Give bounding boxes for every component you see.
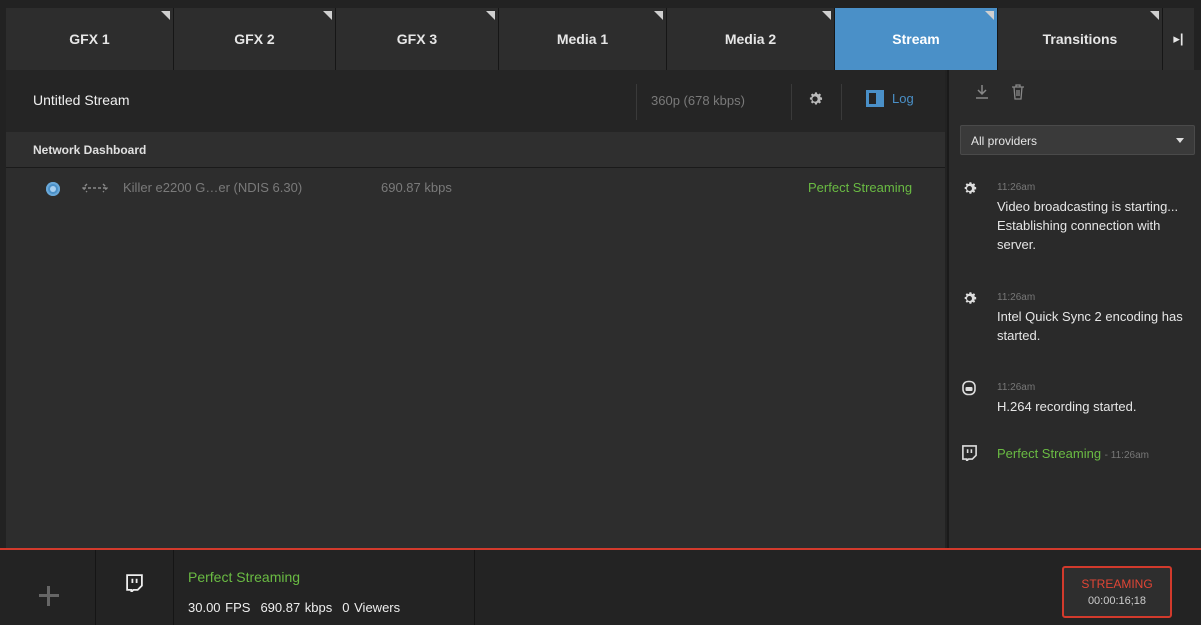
stream-title[interactable]: Untitled Stream	[33, 92, 129, 108]
fps-value: 30.00 FPS	[188, 600, 251, 615]
gear-icon	[961, 290, 978, 307]
skip-end-icon: ▸|	[1173, 31, 1184, 46]
tab-label: GFX 2	[234, 31, 275, 47]
stream-quality[interactable]: 360p (678 kbps)	[651, 93, 745, 108]
log-message: H.264 recording started.	[997, 399, 1137, 414]
network-adapter-row[interactable]: Killer e2200 G…er (NDIS 6.30) 690.87 kbp…	[6, 178, 945, 204]
tab-label: Stream	[892, 31, 940, 47]
adapter-name: Killer e2200 G…er (NDIS 6.30)	[123, 180, 303, 195]
log-toggle-button[interactable]: Log	[866, 90, 914, 107]
tab-corner-marker	[822, 11, 831, 20]
adapter-radio-button[interactable]	[46, 182, 60, 196]
tab-label: GFX 1	[69, 31, 110, 47]
adapter-status: Perfect Streaming	[808, 180, 913, 195]
log-status: Perfect Streaming - 11:26am	[997, 446, 1149, 461]
provider-filter-select[interactable]: All providers	[960, 125, 1195, 155]
chevron-down-icon	[1176, 138, 1184, 143]
tab-corner-marker	[654, 11, 663, 20]
log-panel: All providers 11:26am Video broadcasting…	[947, 70, 1201, 548]
tab-gfx-3[interactable]: GFX 3	[336, 8, 499, 70]
tab-label: Media 1	[556, 31, 609, 47]
tab-overflow-button[interactable]: ▸|	[1163, 8, 1194, 70]
tab-media-1[interactable]: Media 1	[499, 8, 667, 70]
stream-panel: Untitled Stream 360p (678 kbps) Log Netw…	[6, 70, 945, 548]
plus-icon	[47, 586, 50, 606]
trash-icon[interactable]	[1011, 84, 1025, 100]
log-label: Log	[892, 91, 914, 106]
network-dashboard-title: Network Dashboard	[33, 143, 147, 157]
output-status: Perfect Streaming	[188, 569, 301, 585]
tab-label: Transitions	[1042, 31, 1118, 47]
output-stats: 30.00 FPS 690.87 kbps 0 Viewers	[188, 600, 410, 615]
tab-corner-marker	[161, 11, 170, 20]
tab-gfx-2[interactable]: GFX 2	[174, 8, 336, 70]
log-time: - 11:26am	[1104, 450, 1149, 461]
add-output-button[interactable]	[0, 550, 96, 625]
recording-icon	[961, 380, 977, 396]
viewers-value: 0 Viewers	[342, 600, 401, 615]
tab-bar: GFX 1 GFX 2 GFX 3 Media 1 Media 2 Stream…	[6, 8, 1194, 70]
network-arrows-icon	[81, 180, 109, 196]
provider-filter-value: All providers	[971, 134, 1038, 148]
gear-icon	[961, 180, 978, 197]
stream-header: Untitled Stream 360p (678 kbps) Log	[6, 70, 945, 132]
twitch-icon	[125, 573, 144, 592]
twitch-output-button[interactable]	[96, 550, 174, 625]
export-icon[interactable]	[975, 84, 989, 100]
tab-gfx-1[interactable]: GFX 1	[6, 8, 174, 70]
divider	[636, 84, 637, 120]
tab-corner-marker	[486, 11, 495, 20]
streaming-indicator-line	[0, 548, 1201, 550]
tab-corner-marker	[323, 11, 332, 20]
tab-corner-marker	[985, 11, 994, 20]
streaming-label: STREAMING	[1081, 577, 1153, 591]
tab-corner-marker	[1150, 11, 1159, 20]
log-message: Video broadcasting is starting... Establ…	[997, 199, 1179, 252]
app-frame: GFX 1 GFX 2 GFX 3 Media 1 Media 2 Stream…	[0, 0, 1201, 625]
tab-media-2[interactable]: Media 2	[667, 8, 835, 70]
tab-transitions[interactable]: Transitions	[998, 8, 1163, 70]
log-status-text: Perfect Streaming	[997, 446, 1102, 461]
log-time: 11:26am	[997, 182, 1036, 193]
tab-stream[interactable]: Stream	[835, 8, 998, 70]
divider	[841, 84, 842, 120]
stream-settings-gear-icon[interactable]	[806, 90, 824, 108]
divider	[791, 84, 792, 120]
bitrate-value: 690.87 kbps	[260, 600, 333, 615]
twitch-icon	[961, 444, 978, 461]
log-message: Intel Quick Sync 2 encoding has started.	[997, 309, 1183, 343]
tab-label: Media 2	[724, 31, 777, 47]
stream-timecode: 00:00:16;18	[1087, 595, 1147, 607]
panel-toggle-icon	[866, 90, 884, 107]
adapter-rate: 690.87 kbps	[381, 180, 452, 195]
log-time: 11:26am	[997, 382, 1036, 393]
log-time: 11:26am	[997, 292, 1036, 303]
bottom-bar: Perfect Streaming 30.00 FPS 690.87 kbps 0 …	[0, 548, 1201, 625]
divider	[474, 550, 475, 625]
tab-label: GFX 3	[396, 31, 438, 47]
streaming-toggle-button[interactable]: STREAMING 00:00:16;18	[1062, 566, 1172, 618]
network-dashboard-header: Network Dashboard	[6, 132, 945, 168]
